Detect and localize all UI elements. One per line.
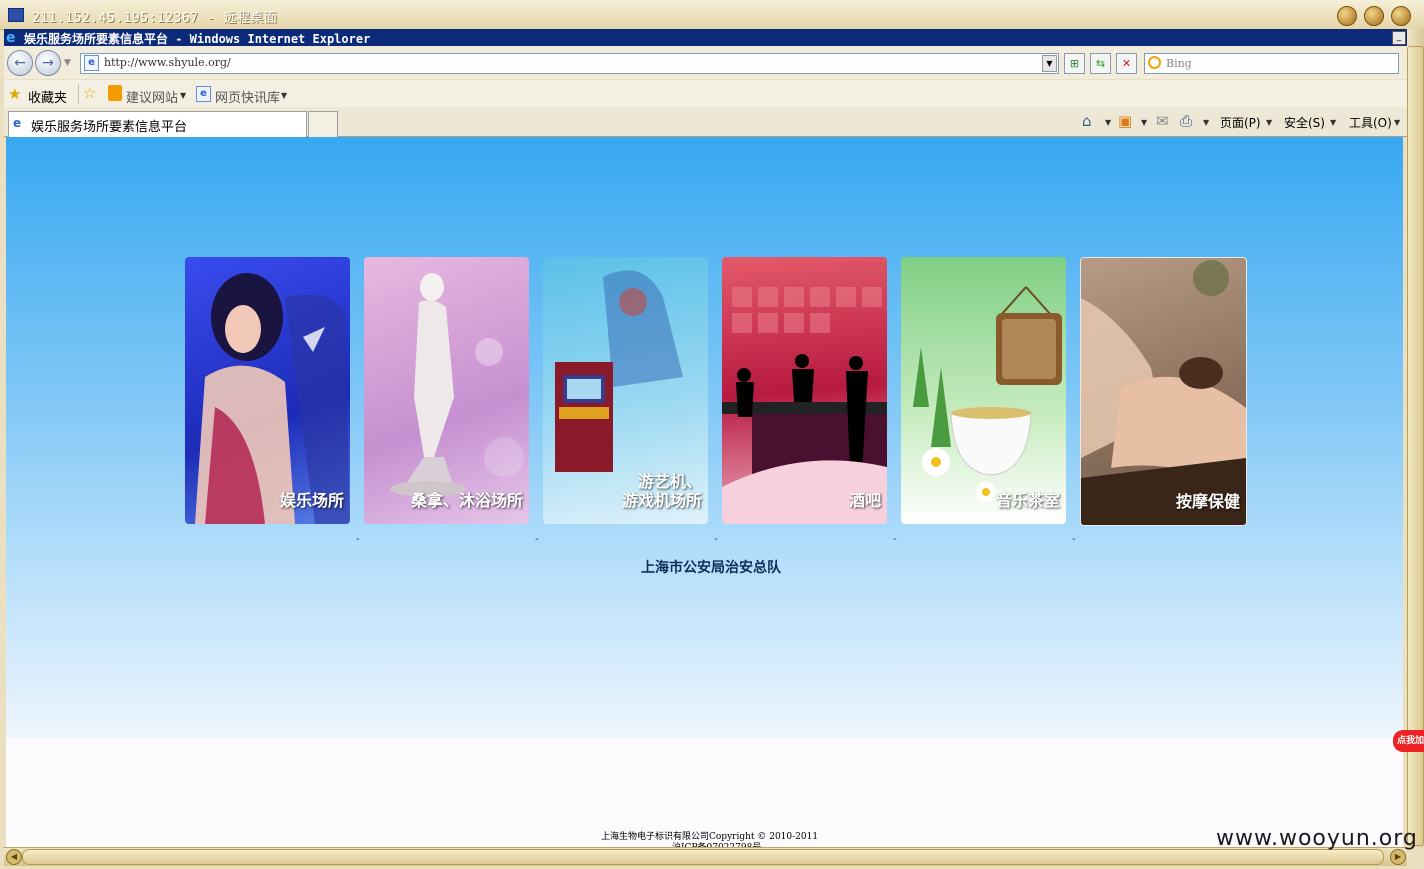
card-label-line1: 游艺机、 [637, 472, 702, 491]
bing-icon [1148, 56, 1161, 69]
watermark: www.wooyun.org [1216, 826, 1418, 851]
chevron-down-icon[interactable]: ▼ [1141, 118, 1147, 127]
back-button[interactable]: ← [7, 50, 33, 76]
horizontal-scrollbar-thumb[interactable] [22, 849, 1384, 865]
address-dropdown-button[interactable]: ▼ [1042, 55, 1057, 72]
close-button[interactable] [1391, 6, 1411, 26]
chevron-down-icon[interactable]: ▼ [180, 91, 186, 100]
tools-menu[interactable]: 工具(O) [1349, 114, 1392, 131]
feeds-icon[interactable]: ▣ [1118, 112, 1132, 130]
separator-mark: - [714, 534, 718, 545]
favorites-separator [78, 84, 79, 104]
stop-button[interactable]: ✕ [1116, 53, 1137, 74]
ie-window-title: 娱乐服务场所要素信息平台 - Windows Internet Explorer [24, 32, 371, 46]
page-menu[interactable]: 页面(P) [1220, 114, 1261, 131]
separator-mark: - [356, 534, 360, 545]
card-music-tea-room[interactable]: 音乐茶室 [901, 257, 1066, 524]
home-icon[interactable]: ⌂ [1082, 112, 1092, 130]
address-url[interactable]: http://www.shyule.org/ [104, 56, 231, 69]
compatibility-icon[interactable]: ⊞ [1064, 53, 1085, 74]
print-icon[interactable]: ⎙ [1180, 112, 1192, 130]
suggested-sites-icon [108, 85, 122, 101]
web-slice-gallery-link[interactable]: 网页快讯库 [215, 87, 280, 106]
chevron-down-icon[interactable]: ▼ [1394, 118, 1400, 127]
organization-title: 上海市公安局治安总队 [641, 560, 781, 576]
new-tab-button[interactable] [308, 111, 338, 137]
card-illustration-statue [390, 273, 524, 497]
card-illustration-massage [1081, 258, 1246, 525]
card-label-line2: 游戏机场所 [621, 491, 702, 510]
add-favorite-icon[interactable]: ☆ [83, 84, 96, 102]
card-sauna-bath[interactable]: 桑拿、沐浴场所 [364, 257, 529, 524]
card-illustration-woman [195, 273, 350, 524]
forward-button[interactable]: → [35, 50, 61, 76]
ie-logo-icon: e [6, 30, 16, 46]
refresh-button[interactable]: ⇆ [1090, 53, 1111, 74]
favorites-button[interactable]: 收藏夹 [28, 87, 67, 106]
card-label: 游艺机、 游戏机场所 [622, 472, 702, 510]
card-label: 桑拿、沐浴场所 [410, 491, 523, 510]
card-illustration-tea [913, 286, 1062, 502]
favorites-star-icon[interactable]: ★ [8, 85, 21, 103]
mail-icon[interactable]: ✉ [1156, 112, 1169, 130]
card-illustration-bar [722, 287, 887, 524]
chevron-down-icon[interactable]: ▼ [1266, 118, 1272, 127]
chevron-down-icon[interactable]: ▼ [281, 91, 287, 100]
card-bar[interactable]: 酒吧 [722, 257, 887, 524]
history-dropdown-icon[interactable]: ▼ [64, 58, 71, 68]
card-label: 音乐茶室 [995, 491, 1060, 510]
separator-mark: - [1072, 534, 1076, 545]
card-arcade[interactable]: 游艺机、 游戏机场所 [543, 257, 708, 524]
floating-badge[interactable]: 点我加 [1393, 730, 1424, 752]
scroll-left-icon[interactable]: ◀ [6, 849, 22, 865]
separator-mark: - [535, 534, 539, 545]
card-massage[interactable]: 按摩保健 [1080, 257, 1247, 526]
remote-desktop-icon [8, 8, 24, 22]
remote-desktop-title: 211.152.45.195:12367 - 远程桌面 [32, 11, 278, 26]
search-placeholder[interactable]: Bing [1166, 57, 1192, 70]
card-label: 娱乐场所 [279, 491, 344, 510]
separator-mark: - [893, 534, 897, 545]
vertical-scrollbar-thumb[interactable] [1407, 46, 1424, 846]
chevron-down-icon[interactable]: ▼ [1330, 118, 1336, 127]
web-slice-icon: e [196, 86, 211, 102]
tab-title[interactable]: 娱乐服务场所要素信息平台 [31, 116, 187, 135]
safety-menu[interactable]: 安全(S) [1284, 114, 1325, 131]
card-label: 按摩保健 [1175, 492, 1240, 511]
chevron-down-icon[interactable]: ▼ [1105, 118, 1111, 127]
chevron-down-icon[interactable]: ▼ [1203, 118, 1209, 127]
minimize-button[interactable] [1337, 6, 1357, 26]
suggested-sites-link[interactable]: 建议网站 [126, 87, 178, 106]
card-label: 酒吧 [848, 491, 881, 510]
ie-minimize-button[interactable]: _ [1392, 31, 1406, 45]
page-icon: e [84, 55, 99, 71]
maximize-button[interactable] [1364, 6, 1384, 26]
card-entertainment-venues[interactable]: 娱乐场所 [185, 257, 350, 524]
scroll-right-icon[interactable]: ▶ [1390, 849, 1406, 865]
tab-page-icon: e [13, 116, 22, 130]
